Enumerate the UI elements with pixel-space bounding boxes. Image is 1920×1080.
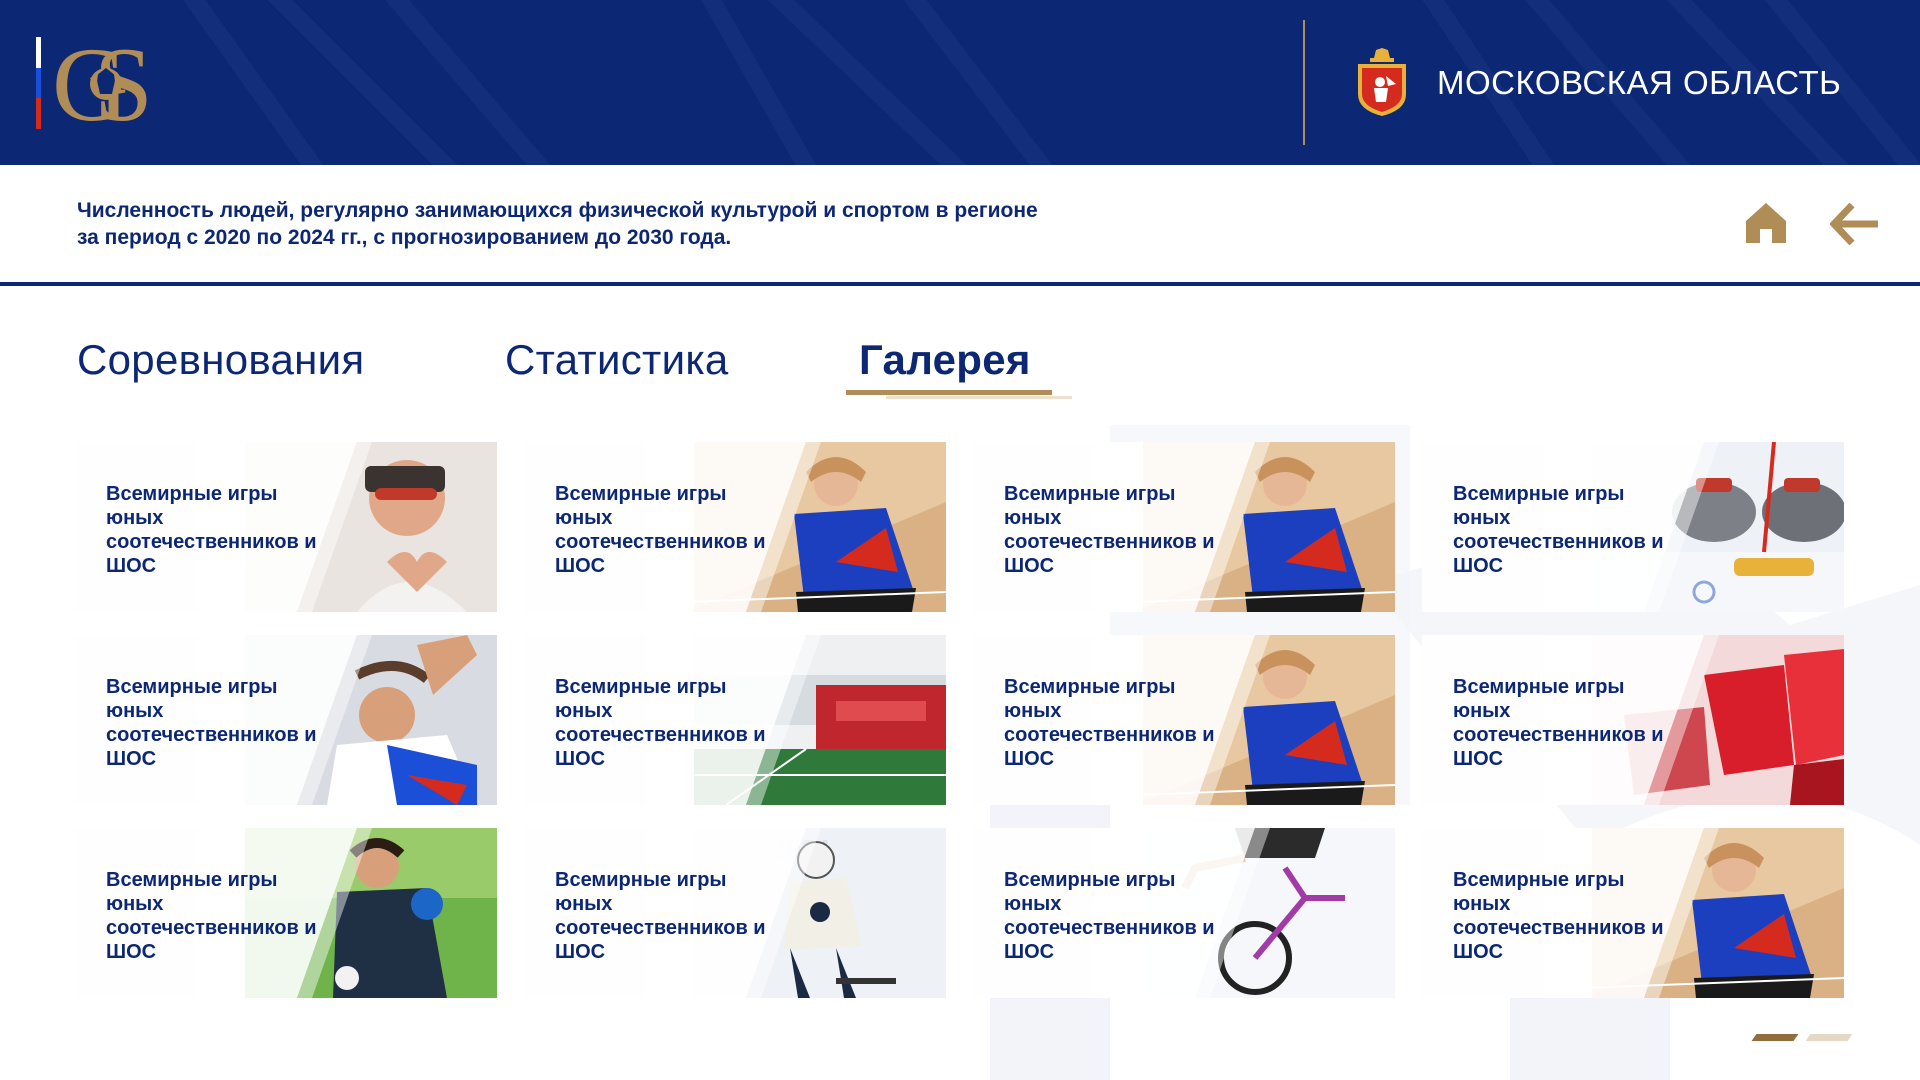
- gallery-card[interactable]: Всемирные игры юных соотечественников и …: [524, 635, 946, 805]
- gallery-card[interactable]: Всемирные игры юных соотечественников и …: [1422, 635, 1844, 805]
- page-title-line-2: за период с 2020 по 2024 гг., с прогнози…: [77, 226, 732, 249]
- gallery-card[interactable]: Всемирные игры юных соотечественников и …: [973, 442, 1395, 612]
- pager-dot[interactable]: [1805, 1034, 1853, 1041]
- active-tab-underline: [846, 390, 1072, 400]
- gallery-card[interactable]: 2024Всемирные игры юных соотечественнико…: [524, 828, 946, 998]
- pager-dot-active[interactable]: [1751, 1034, 1799, 1041]
- gallery-card[interactable]: Всемирные игры юных соотечественников и …: [973, 635, 1395, 805]
- gallery-card[interactable]: Всемирные игры юных соотечественников и …: [524, 442, 946, 612]
- subheader-divider: [0, 282, 1920, 286]
- tab-competitions[interactable]: Соревнования: [77, 336, 364, 384]
- gallery-card-caption: Всемирные игры юных соотечественников и …: [555, 676, 766, 770]
- page-title-line-1: Численность людей, регулярно занимающихс…: [77, 199, 1038, 222]
- gallery-card[interactable]: Всемирные игры юных соотечественников и …: [973, 828, 1395, 998]
- region-title: МОСКОВСКАЯ ОБЛАСТЬ: [1437, 64, 1842, 101]
- gallery-card-caption: Всемирные игры юных соотечественников и …: [1453, 676, 1664, 770]
- gallery-card-caption: Всемирные игры юных соотечественников и …: [1004, 483, 1215, 577]
- gallery-card[interactable]: Всемирные игры юных соотечественников и …: [1422, 828, 1844, 998]
- page-title: Численность людей, регулярно занимающихс…: [77, 197, 1227, 251]
- gallery-card-caption: Всемирные игры юных соотечественников и …: [1004, 676, 1215, 770]
- gallery-card-caption: Всемирные игры юных соотечественников и …: [106, 869, 317, 963]
- arrow-left-icon[interactable]: [1830, 203, 1878, 245]
- gallery-card[interactable]: Всемирные игры юных соотечественников и …: [75, 635, 497, 805]
- gallery-card-caption: Всемирные игры юных соотечественников и …: [555, 483, 766, 577]
- tab-gallery[interactable]: Галерея: [859, 336, 1031, 384]
- gallery-card-caption: Всемирные игры юных соотечественников и …: [106, 676, 317, 770]
- page-subheader: Численность людей, регулярно занимающихс…: [0, 165, 1920, 286]
- gs-logo-icon: G S: [52, 34, 153, 130]
- gallery-pager[interactable]: [1751, 1034, 1853, 1044]
- top-header: G S МОСКОВСКАЯ ОБЛАСТЬ: [0, 0, 1920, 165]
- gallery-card-caption: Всемирные игры юных соотечественников и …: [106, 483, 317, 577]
- gallery-card[interactable]: Всемирные игры юных соотечественников и …: [75, 442, 497, 612]
- gallery-card-caption: Всемирные игры юных соотечественников и …: [1453, 869, 1664, 963]
- tab-statistics[interactable]: Статистика: [505, 336, 729, 384]
- gallery-grid: Всемирные игры юных соотечественников и …: [75, 442, 1845, 998]
- home-icon[interactable]: [1744, 201, 1788, 245]
- gallery-card-caption: Всемирные игры юных соотечественников и …: [1453, 483, 1664, 577]
- gallery-card[interactable]: Всемирные игры юных соотечественников и …: [1422, 442, 1844, 612]
- moscow-region-coat-of-arms-icon: [1358, 48, 1406, 116]
- russian-flag-stripe: [36, 37, 41, 129]
- gallery-card[interactable]: Всемирные игры юных соотечественников и …: [75, 828, 497, 998]
- gallery-card-caption: Всемирные игры юных соотечественников и …: [555, 869, 766, 963]
- header-divider: [1303, 20, 1305, 145]
- gallery-card-caption: Всемирные игры юных соотечественников и …: [1004, 869, 1215, 963]
